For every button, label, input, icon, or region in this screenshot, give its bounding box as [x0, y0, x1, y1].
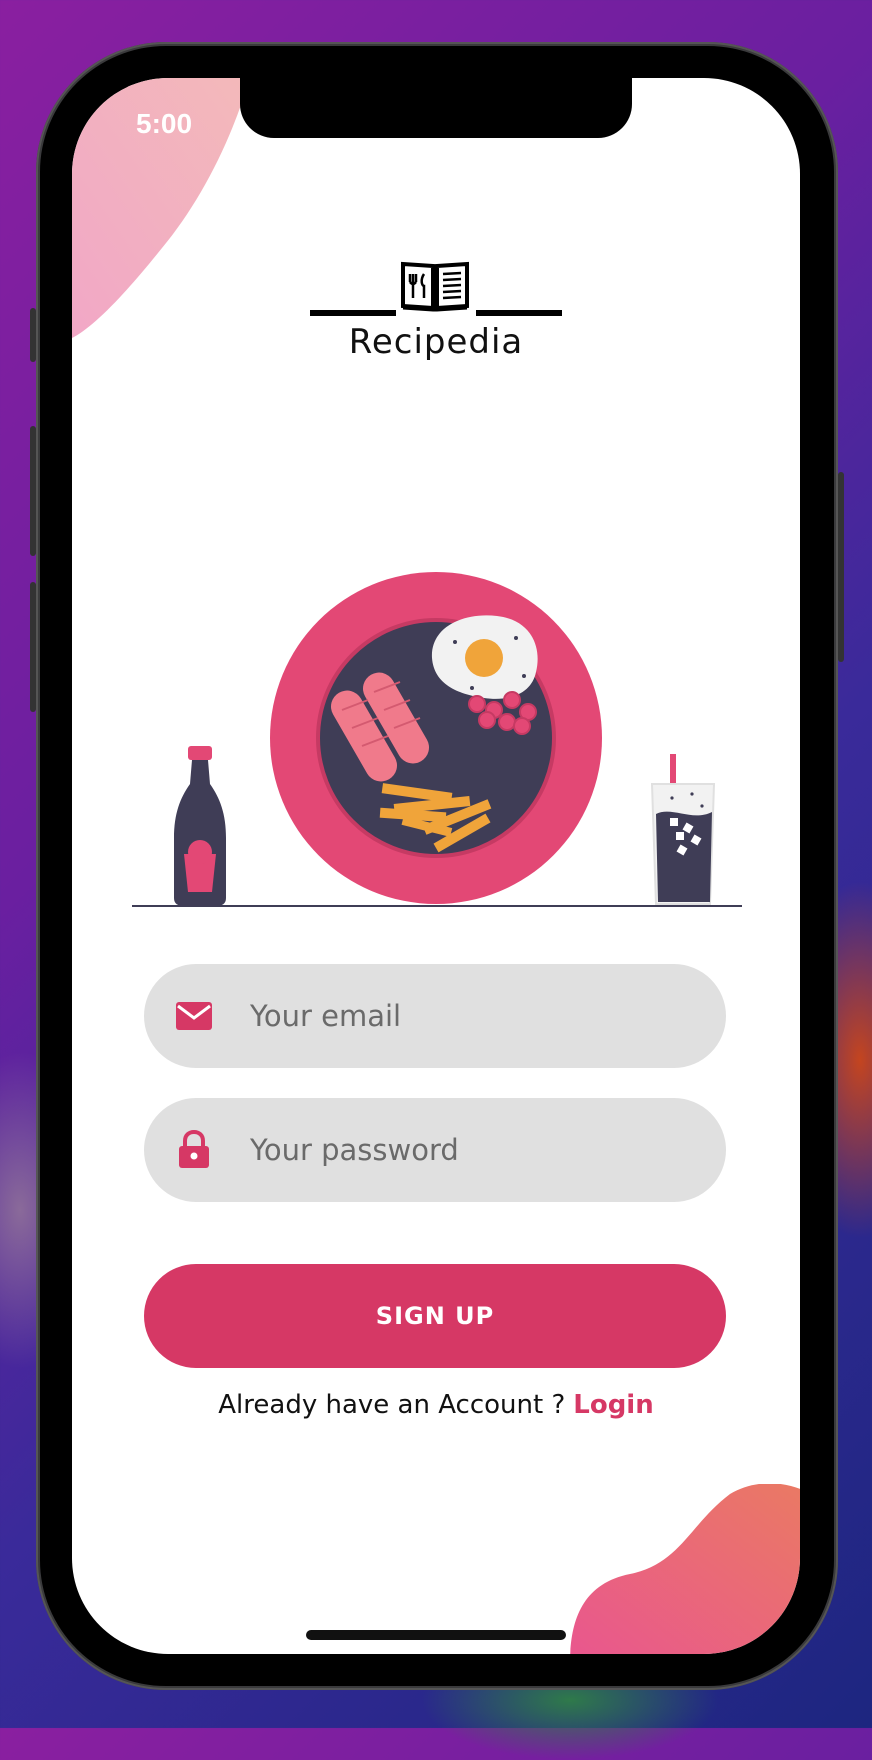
logo-line-left: [310, 310, 396, 316]
sign-up-button[interactable]: SIGN UP: [144, 1264, 726, 1368]
email-placeholder: Your email: [250, 999, 402, 1033]
status-time: 5:00: [136, 108, 193, 139]
device-notch: [240, 78, 632, 138]
ketchup-bottle: [174, 746, 226, 906]
password-placeholder: Your password: [250, 1133, 459, 1167]
decorative-blob-bottom: [570, 1484, 800, 1654]
logo-line-right: [476, 310, 562, 316]
lock-icon: [179, 1130, 209, 1168]
app-screen: 5:00 Recipedia Your email Your password …: [72, 78, 800, 1654]
drink-glass: [650, 754, 716, 905]
login-prompt-row: Already have an Account ? Login: [72, 1390, 800, 1420]
mail-icon: [176, 1002, 212, 1030]
app-title: Recipedia: [348, 322, 524, 362]
recipe-book-icon: [401, 261, 469, 312]
login-prompt-text: Already have an Account ?: [218, 1390, 566, 1420]
email-field[interactable]: Your email: [144, 964, 726, 1068]
home-indicator[interactable]: [306, 1630, 566, 1640]
login-link[interactable]: Login: [573, 1390, 653, 1420]
breakfast-illustration: [132, 572, 742, 907]
plate: [270, 572, 602, 904]
password-field[interactable]: Your password: [144, 1098, 726, 1202]
